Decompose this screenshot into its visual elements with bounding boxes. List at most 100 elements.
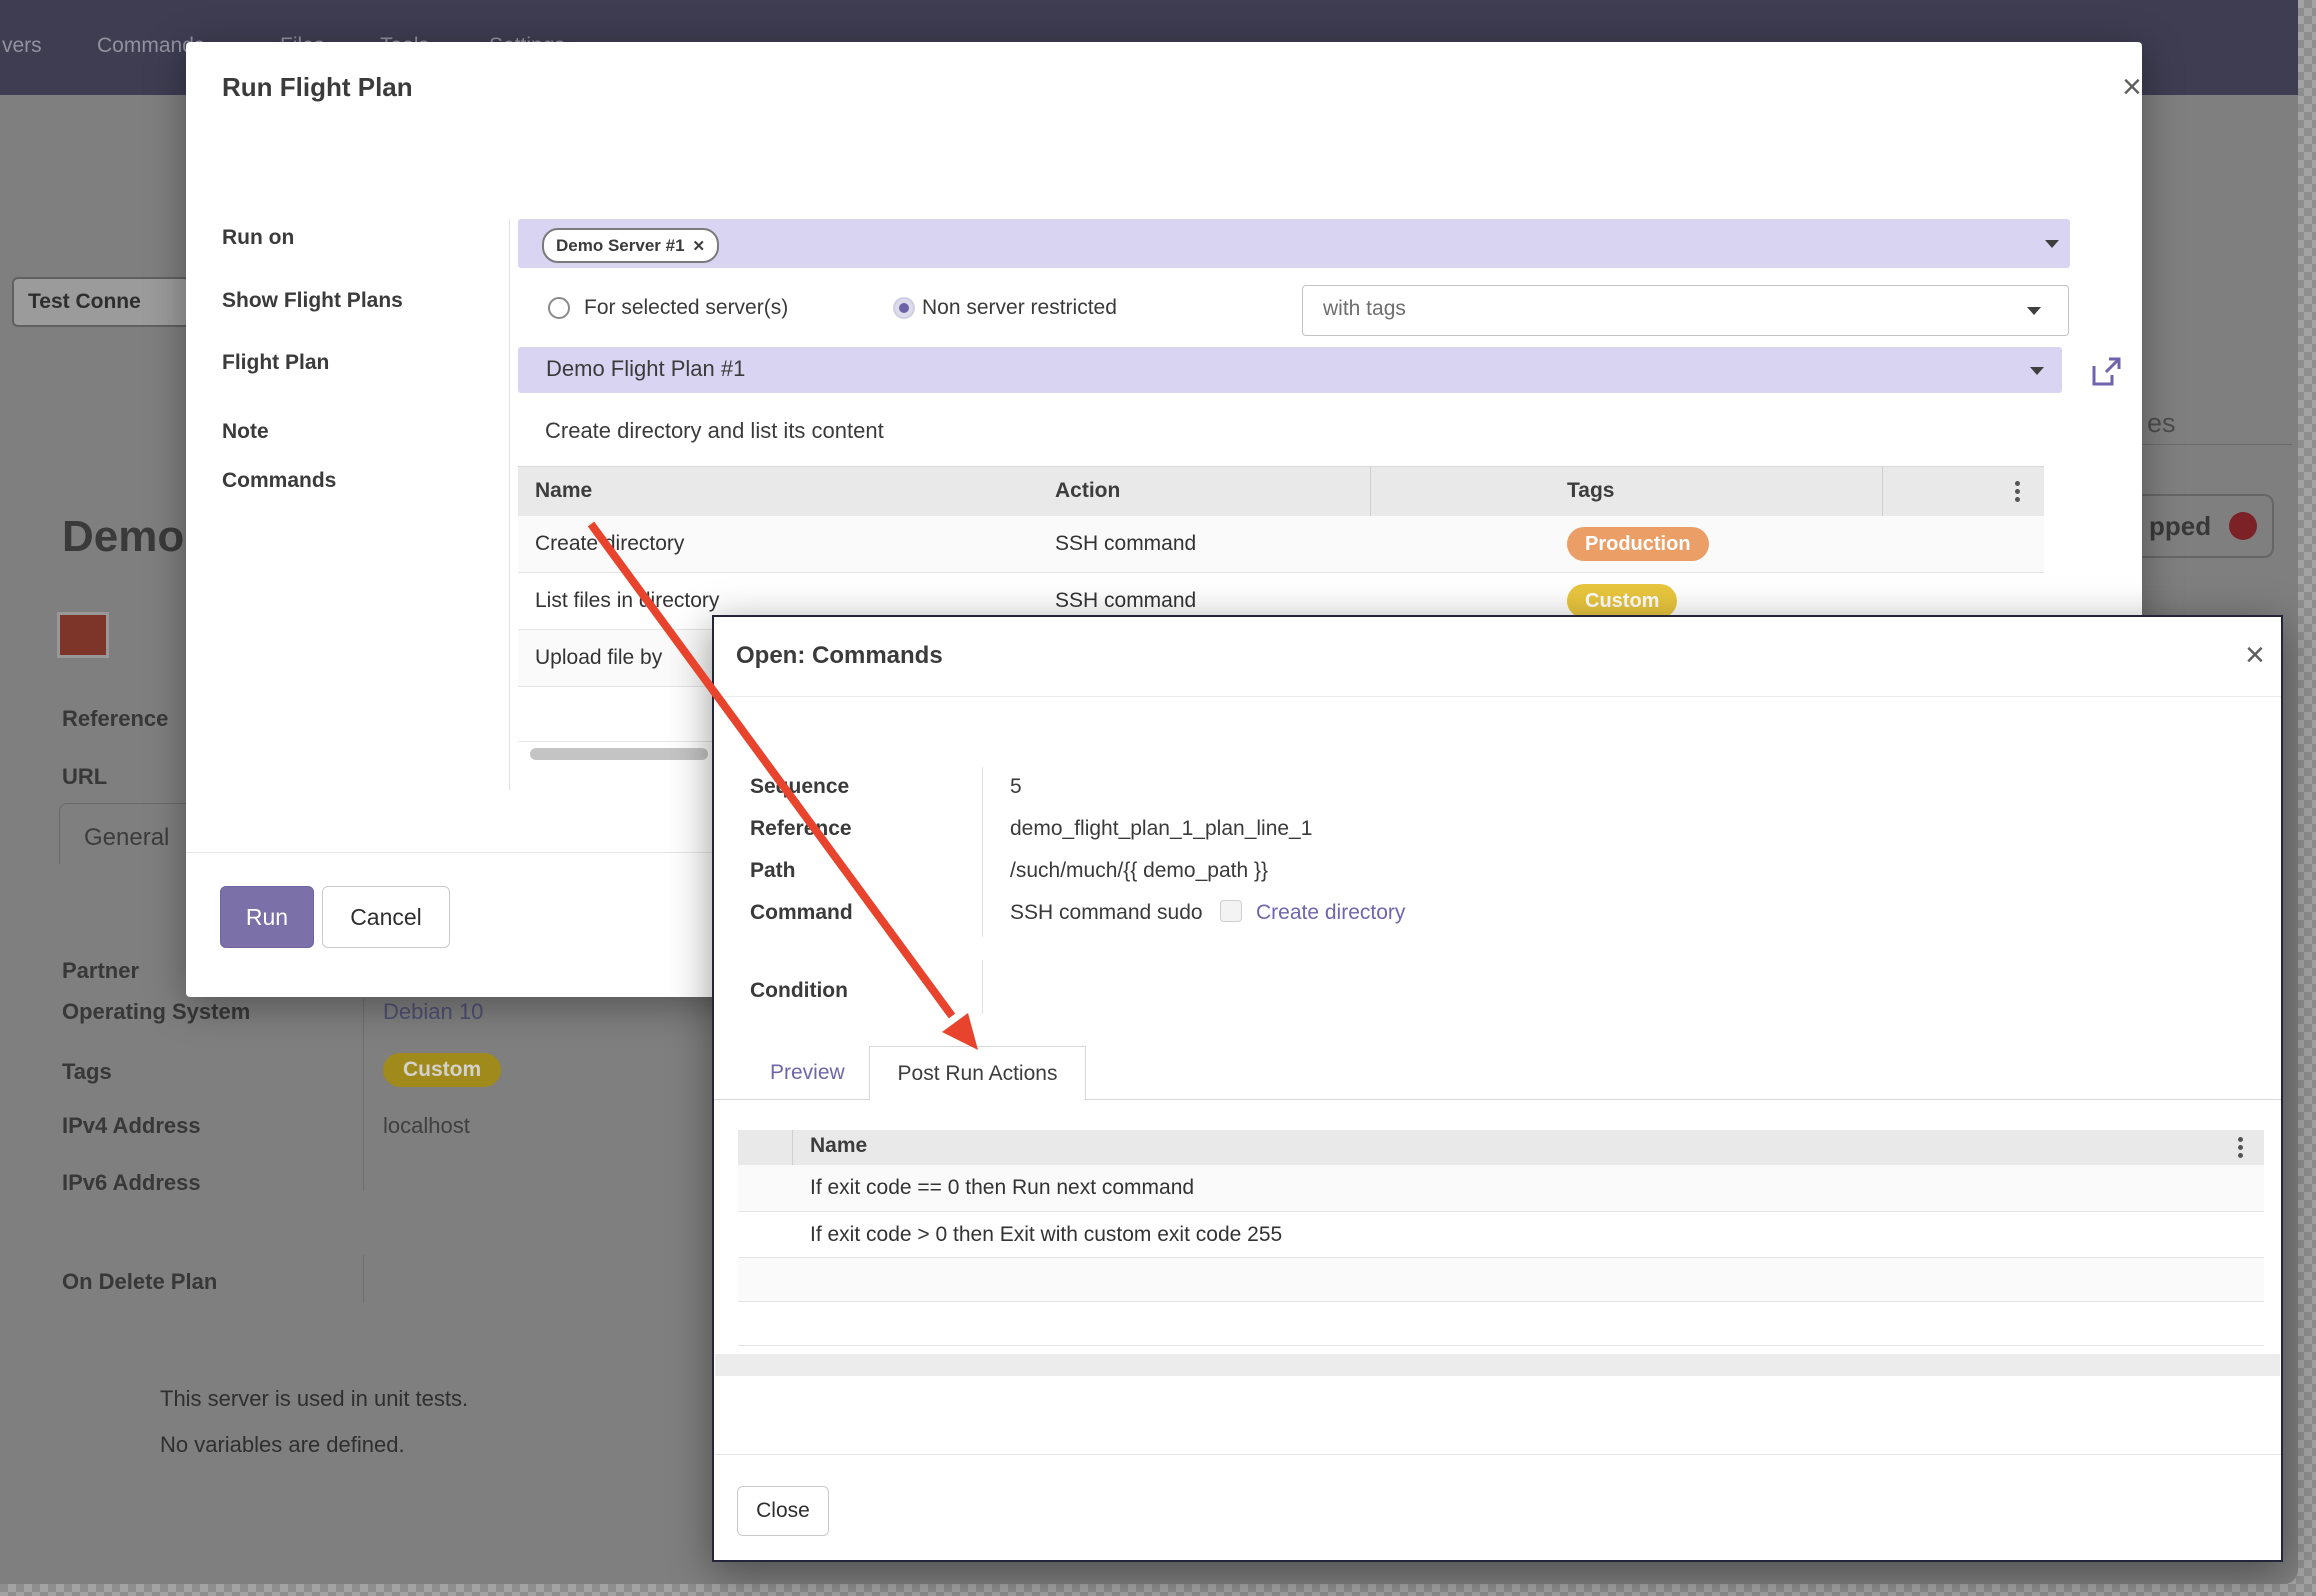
row-tag-badge: Production bbox=[1567, 527, 1709, 561]
form-label-on-delete-plan: On Delete Plan bbox=[62, 1269, 217, 1295]
field-label-reference: Reference bbox=[62, 706, 168, 732]
tab-underline bbox=[2142, 444, 2292, 445]
tab-general-label: General bbox=[84, 824, 169, 852]
open-commands-dialog: Open: Commands × Sequence 5 Reference de… bbox=[712, 615, 2283, 1562]
server-tag-badge: Custom bbox=[383, 1053, 501, 1087]
external-link-icon[interactable] bbox=[2088, 354, 2124, 390]
row-name: Upload file by bbox=[535, 646, 662, 670]
label-column-divider bbox=[509, 219, 510, 790]
chevron-down-icon[interactable] bbox=[2045, 240, 2059, 248]
label-reference: Reference bbox=[750, 817, 852, 841]
dialog-title: Open: Commands bbox=[736, 642, 943, 670]
menu-item-servers[interactable]: vers bbox=[2, 34, 42, 58]
table-row[interactable]: If exit code == 0 then Run next command bbox=[738, 1165, 2264, 1212]
tab-post-run-actions-label: Post Run Actions bbox=[898, 1062, 1058, 1086]
radio-non-server-restricted-label[interactable]: Non server restricted bbox=[922, 296, 1117, 320]
horizontal-scrollbar[interactable] bbox=[530, 748, 708, 760]
table-row[interactable]: If exit code > 0 then Exit with custom e… bbox=[738, 1212, 2264, 1258]
row-name: If exit code == 0 then Run next command bbox=[810, 1176, 1194, 1200]
table-options-kebab-icon[interactable] bbox=[2238, 1134, 2244, 1161]
field-divider bbox=[982, 960, 983, 1014]
form-label-ipv6: IPv6 Address bbox=[62, 1170, 201, 1196]
label-command: Command bbox=[750, 901, 853, 925]
form-label-os: Operating System bbox=[62, 999, 250, 1025]
table-row-empty bbox=[738, 1302, 2264, 1346]
column-divider bbox=[792, 1130, 793, 1165]
test-connection-button[interactable]: Test Conne bbox=[12, 277, 190, 327]
field-label-url: URL bbox=[62, 764, 107, 790]
col-name[interactable]: Name bbox=[535, 479, 592, 503]
server-page-title: Demo bbox=[62, 512, 188, 570]
run-button[interactable]: Run bbox=[220, 886, 314, 948]
server-tag-chip[interactable]: Demo Server #1 ✕ bbox=[542, 228, 719, 263]
close-button[interactable]: Close bbox=[737, 1486, 829, 1536]
server-tag-label: Demo Server #1 bbox=[556, 236, 685, 256]
table-row[interactable]: Create directory SSH command Production bbox=[518, 516, 2044, 573]
chevron-down-icon[interactable] bbox=[2030, 367, 2044, 375]
horizontal-scrollbar-track[interactable] bbox=[715, 1354, 2280, 1376]
value-reference: demo_flight_plan_1_plan_line_1 bbox=[1010, 817, 1312, 841]
with-tags-select[interactable]: with tags bbox=[1302, 285, 2069, 336]
row-name: Create directory bbox=[535, 532, 684, 556]
no-variables-note: No variables are defined. bbox=[160, 1432, 405, 1458]
radio-non-server-restricted[interactable] bbox=[893, 297, 915, 319]
footer-divider bbox=[714, 1454, 2281, 1455]
label-condition: Condition bbox=[750, 979, 848, 1003]
partial-tab-text: es bbox=[2147, 408, 2176, 439]
unit-test-note: This server is used in unit tests. bbox=[160, 1386, 468, 1412]
column-divider bbox=[1882, 467, 1883, 517]
cancel-button[interactable]: Cancel bbox=[322, 886, 450, 948]
create-directory-link[interactable]: Create directory bbox=[1256, 901, 1405, 925]
form-value-os[interactable]: Debian 10 bbox=[383, 999, 483, 1025]
field-divider bbox=[982, 767, 983, 937]
actions-table-header: Name bbox=[738, 1130, 2264, 1166]
flight-plan-select[interactable]: Demo Flight Plan #1 bbox=[518, 347, 2062, 393]
label-flight-plan: Flight Plan bbox=[222, 351, 329, 375]
col-action[interactable]: Action bbox=[1055, 479, 1120, 503]
value-command: SSH command sudo bbox=[1010, 901, 1203, 925]
column-divider bbox=[1370, 467, 1371, 517]
row-action: SSH command bbox=[1055, 589, 1196, 613]
run-on-multiselect[interactable]: Demo Server #1 ✕ bbox=[518, 219, 2070, 268]
row-name: List files in directory bbox=[535, 589, 719, 613]
dialog-title: Run Flight Plan bbox=[222, 72, 413, 103]
with-tags-value: with tags bbox=[1323, 297, 1406, 321]
label-sequence: Sequence bbox=[750, 775, 849, 799]
value-sequence: 5 bbox=[1010, 775, 1022, 799]
form-label-partner: Partner bbox=[62, 958, 139, 984]
commands-table-header: Name Action Tags bbox=[518, 466, 2044, 518]
form-divider bbox=[363, 1255, 364, 1303]
tabbar-line bbox=[1084, 1099, 2281, 1100]
server-color-swatch[interactable] bbox=[57, 612, 109, 658]
header-divider bbox=[714, 696, 2281, 697]
tabbar-line bbox=[714, 1099, 869, 1100]
chevron-down-icon[interactable] bbox=[2027, 307, 2041, 315]
remove-tag-icon[interactable]: ✕ bbox=[693, 237, 706, 255]
row-name: If exit code > 0 then Exit with custom e… bbox=[810, 1223, 1282, 1247]
form-label-tags: Tags bbox=[62, 1059, 112, 1085]
value-path: /such/much/{{ demo_path }} bbox=[1010, 859, 1268, 883]
status-label: pped bbox=[2149, 511, 2211, 542]
plan-description: Create directory and list its content bbox=[545, 418, 884, 444]
form-divider bbox=[363, 999, 364, 1191]
table-options-kebab-icon[interactable] bbox=[2015, 478, 2021, 505]
flight-plan-value: Demo Flight Plan #1 bbox=[546, 356, 745, 382]
form-value-ipv4: localhost bbox=[383, 1113, 470, 1139]
row-action: SSH command bbox=[1055, 532, 1196, 556]
radio-for-selected-servers-label[interactable]: For selected server(s) bbox=[584, 296, 788, 320]
row-tag-badge: Custom bbox=[1567, 584, 1677, 618]
label-commands: Commands bbox=[222, 469, 336, 493]
command-checkbox[interactable] bbox=[1220, 900, 1242, 922]
tab-preview[interactable]: Preview bbox=[770, 1061, 845, 1085]
label-path: Path bbox=[750, 859, 796, 883]
col-tags[interactable]: Tags bbox=[1567, 479, 1614, 503]
close-icon[interactable]: × bbox=[2245, 640, 2265, 670]
radio-for-selected-servers[interactable] bbox=[548, 297, 570, 319]
close-icon[interactable]: × bbox=[2122, 72, 2142, 102]
tab-post-run-actions[interactable]: Post Run Actions bbox=[869, 1046, 1086, 1100]
label-run-on: Run on bbox=[222, 226, 294, 250]
table-row-empty bbox=[738, 1258, 2264, 1302]
status-stopped-dot-icon bbox=[2229, 512, 2257, 540]
form-label-ipv4: IPv4 Address bbox=[62, 1113, 201, 1139]
col-name[interactable]: Name bbox=[810, 1134, 867, 1158]
